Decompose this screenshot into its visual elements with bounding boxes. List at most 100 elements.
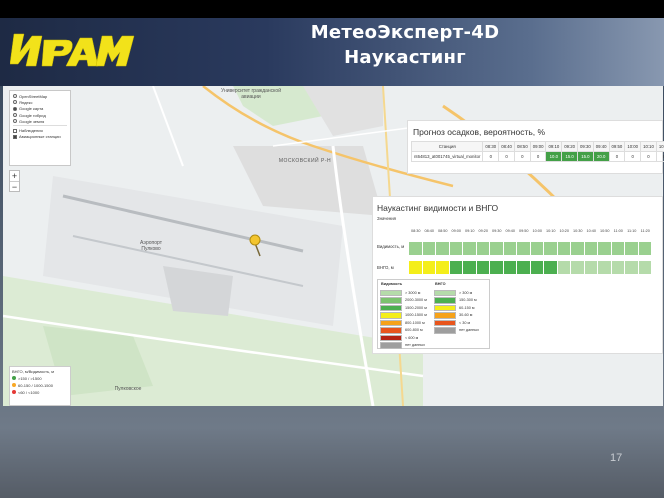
legend-swatch bbox=[434, 327, 456, 334]
map-label-district: МОСКОВСКИЙ Р-Н bbox=[278, 158, 332, 164]
time-label: 09:00 bbox=[451, 229, 461, 233]
nowcast-cell bbox=[436, 261, 450, 274]
probability-cell: 15.0 bbox=[561, 151, 579, 162]
nowcast-cell bbox=[571, 261, 585, 274]
precip-table: Станция 08:30 08:40 08:50 09:00 09:10 09:20 09:… bbox=[410, 141, 664, 162]
probability-cell: 0 bbox=[608, 151, 626, 162]
map-label-airport: Аэропорт Пулково bbox=[139, 240, 162, 252]
probability-cell: 0 bbox=[655, 151, 664, 162]
radio-icon bbox=[13, 113, 17, 118]
map-label-university: Университет гражданской авиации bbox=[221, 88, 281, 100]
legend-swatch bbox=[380, 342, 402, 349]
legend-vis-title: Видимость bbox=[381, 282, 403, 286]
map-legend-item: 60-150 / 1000-1500 bbox=[12, 382, 68, 388]
probability-cell: 20.0 bbox=[592, 151, 610, 162]
time-label: 11:20 bbox=[640, 229, 650, 233]
legend-label: 30-60 м bbox=[459, 313, 473, 318]
time-column-header: 09:00 bbox=[529, 141, 547, 152]
legend-item: 150-300 м bbox=[434, 297, 479, 305]
legend-swatch bbox=[434, 297, 456, 304]
time-label: 08:30 bbox=[410, 229, 421, 233]
values-toggle[interactable]: Значения bbox=[377, 216, 396, 221]
layer-switcher: OpenStreetMap Яндекс Google карта Google… bbox=[9, 90, 71, 166]
nowcast-cell bbox=[598, 261, 612, 274]
zoom-in-button[interactable]: + bbox=[10, 171, 19, 181]
nowcast-cell bbox=[530, 242, 544, 255]
zoom-out-button[interactable]: − bbox=[10, 181, 19, 192]
layer-option[interactable]: Google земля bbox=[13, 118, 67, 124]
cloud-base-row-label: ВНГО, м bbox=[377, 265, 394, 270]
legend-swatch bbox=[434, 289, 456, 296]
legend-swatch bbox=[434, 304, 456, 311]
legend-item: > 3000 м bbox=[380, 289, 427, 297]
legend-item: < 600 м bbox=[380, 334, 427, 342]
time-column-header: 09:20 bbox=[561, 141, 579, 152]
nowcast-cell bbox=[436, 242, 450, 255]
nowcast-cell bbox=[463, 261, 477, 274]
map-legend-item: <60 / <1000 bbox=[12, 389, 68, 395]
probability-cell: 0 bbox=[513, 151, 531, 162]
time-column-header: 09:50 bbox=[608, 141, 626, 152]
precip-data-row: nt64813_at001745_virtual_monitor 0 0 0 0 10.0… bbox=[410, 151, 664, 162]
overlay-option[interactable]: Авиационные станции bbox=[13, 134, 67, 140]
legend-item: нет данных bbox=[434, 327, 479, 335]
map-legend-item: >150 / >1500 bbox=[12, 375, 68, 381]
visibility-row bbox=[409, 242, 652, 255]
nowcast-cell bbox=[611, 261, 625, 274]
nowcast-cell bbox=[544, 261, 558, 274]
time-label: 10:50 bbox=[599, 229, 610, 233]
legend-label: 60-150 м bbox=[459, 305, 475, 310]
time-column-header: 09:30 bbox=[577, 141, 594, 152]
probability-cell: 0 bbox=[498, 151, 515, 162]
top-bar bbox=[0, 0, 664, 18]
probability-cell: 0 bbox=[624, 151, 642, 162]
legend-item: 1000-1500 м bbox=[380, 312, 427, 320]
nowcast-cell bbox=[490, 242, 504, 255]
legend-swatch bbox=[434, 319, 456, 326]
nowcast-cell bbox=[571, 242, 585, 255]
nowcast-cell bbox=[638, 242, 652, 255]
legend-swatch bbox=[434, 312, 456, 319]
page-number: 17 bbox=[610, 452, 623, 464]
legend-swatch bbox=[380, 327, 402, 334]
cloud-base-row bbox=[409, 261, 652, 274]
legend-label: > 300 м bbox=[459, 290, 473, 295]
precip-header-row: Станция 08:30 08:40 08:50 09:00 09:10 09:20 09:… bbox=[410, 141, 664, 152]
nowcast-cell bbox=[598, 242, 612, 255]
map-legend: ВНГО, м/Видимость, м >150 / >1500 60-150… bbox=[9, 366, 71, 406]
legend-label: нет данных bbox=[459, 328, 480, 333]
nowcast-cell bbox=[544, 242, 558, 255]
legend-label: нет данных bbox=[405, 343, 426, 348]
time-label: 10:40 bbox=[586, 229, 596, 233]
time-label: 08:50 bbox=[437, 229, 448, 233]
nowcast-cell bbox=[611, 242, 625, 255]
station-column-header: Станция bbox=[410, 141, 484, 152]
zoom-control: + − bbox=[9, 170, 20, 192]
time-label: 10:10 bbox=[545, 229, 556, 233]
precip-forecast-panel: Прогноз осадков, вероятность, % Станция 0… bbox=[407, 120, 664, 174]
nowcast-cell bbox=[409, 261, 423, 274]
legend-label: 150-300 м bbox=[459, 298, 477, 303]
precip-title: Прогноз осадков, вероятность, % bbox=[413, 127, 546, 137]
map-label-town: Пулковское bbox=[114, 386, 142, 392]
nowcast-cell bbox=[557, 242, 571, 255]
legend-swatch bbox=[380, 289, 402, 296]
legend-item: 2000-3000 м bbox=[380, 297, 427, 305]
nowcast-cell bbox=[449, 261, 463, 274]
nowcast-cell bbox=[449, 242, 463, 255]
legend-swatch bbox=[380, 304, 402, 311]
legend-item: 1500-2000 м bbox=[380, 304, 427, 312]
time-column-header: 09:10 bbox=[545, 141, 563, 152]
nowcast-cell bbox=[422, 261, 436, 274]
nowcast-cell bbox=[517, 242, 531, 255]
nowcast-cell bbox=[476, 242, 490, 255]
legend-label: < 30 м bbox=[459, 320, 471, 325]
nowcast-cell bbox=[625, 261, 639, 274]
probability-cell: 0 bbox=[482, 151, 500, 162]
time-column-header: 10:00 bbox=[624, 141, 642, 152]
nowcast-cell bbox=[517, 261, 531, 274]
legend-swatch bbox=[380, 334, 402, 341]
legend-item: 30-60 м bbox=[434, 312, 479, 320]
nowcast-cell bbox=[422, 242, 436, 255]
time-label: 08:40 bbox=[424, 229, 434, 233]
